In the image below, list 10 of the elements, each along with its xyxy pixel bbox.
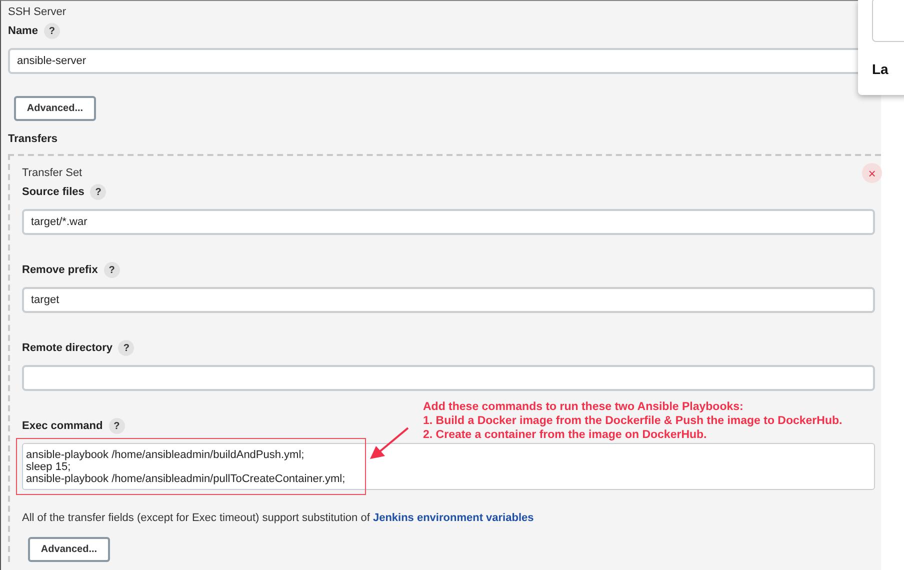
field-label: Remove prefix [22, 264, 98, 276]
transfers-label: Transfers [8, 133, 59, 145]
help-text: All of the transfer fields (except for Exec timeout) support substitution of Jenkins environment variables [22, 512, 535, 524]
section-title: SSH Server [8, 6, 68, 19]
transfer-set-title: Transfer Set [22, 167, 82, 180]
annotation-text: Add these commands to run these two Ansible Playbooks: 1. Build a Docker image from the Dockerfile & Push the image to DockerHub. 2. Create a container from the image on DockerHub. [423, 400, 842, 442]
field-label: Name [8, 25, 38, 37]
field-label: Source files [22, 186, 84, 198]
field-label: Remote directory [22, 342, 112, 354]
field-label: Exec command [22, 420, 103, 432]
